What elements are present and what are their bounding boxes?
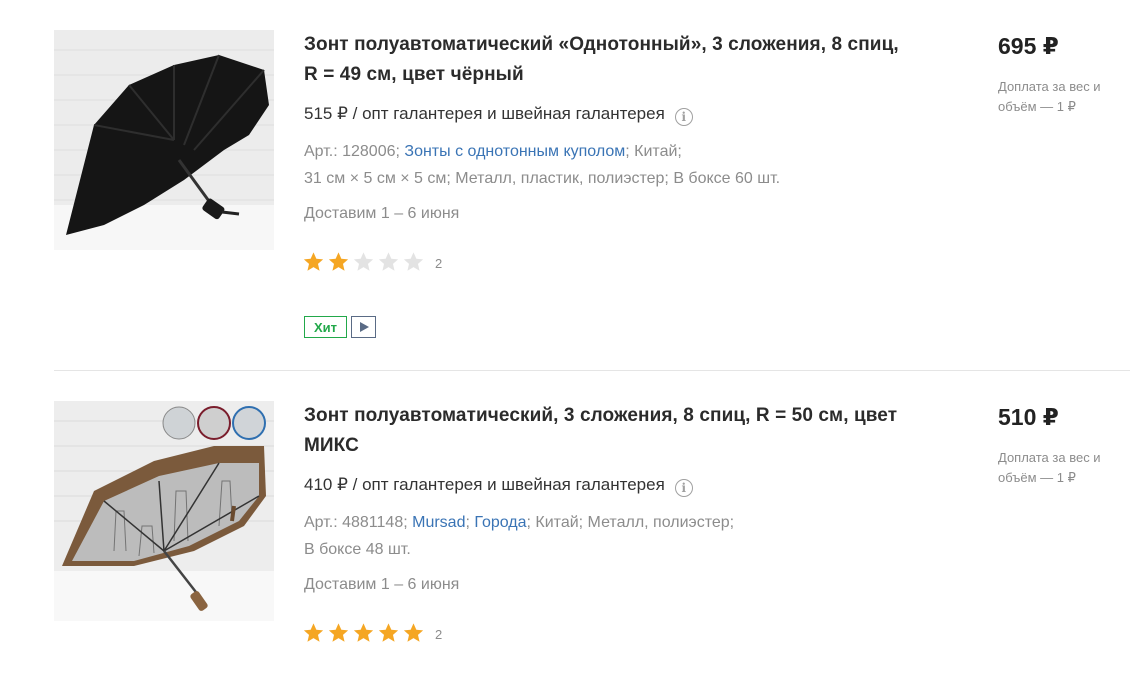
country: ; Китай; Металл, полиэстер; — [526, 514, 735, 531]
rating-count: 2 — [435, 626, 443, 642]
rating[interactable]: 2 — [302, 621, 442, 645]
collection-link[interactable]: Города — [474, 514, 526, 531]
product-image[interactable] — [54, 401, 274, 621]
video-button[interactable] — [351, 316, 376, 338]
delivery-info: Доставим 1 – 6 июня — [304, 576, 460, 593]
star-icon — [403, 252, 424, 271]
star-icon — [403, 623, 424, 642]
product-image[interactable] — [54, 30, 274, 250]
star-icon — [378, 623, 399, 642]
star-icon — [328, 252, 349, 271]
wholesale-text: 410 ₽ / опт галантерея и швейная галанте… — [304, 475, 665, 494]
category-link[interactable]: Зонты с однотонным куполом — [404, 143, 625, 160]
brown-umbrella-city-print-photo — [54, 401, 274, 621]
article-number: Арт.: 4881148; — [304, 514, 408, 531]
product-title[interactable]: Зонт полуавтоматический «Однотонный», 3 … — [304, 30, 904, 90]
specs: В боксе 48 шт. — [304, 541, 411, 558]
brand-link[interactable]: Mursad — [412, 514, 465, 531]
product-title[interactable]: Зонт полуавтоматический, 3 сложения, 8 с… — [304, 401, 904, 461]
specs: 31 см × 5 см × 5 см; Металл, пластик, по… — [304, 170, 781, 187]
star-icon — [353, 252, 374, 271]
star-icon — [303, 623, 324, 642]
black-umbrella-photo — [54, 30, 274, 250]
product-meta: Арт.: 128006; Зонты с однотонным куполом… — [304, 138, 884, 192]
info-icon[interactable]: i — [674, 108, 693, 126]
product-meta: Арт.: 4881148; Mursad; Города; Китай; Ме… — [304, 514, 735, 558]
country: ; Китай; — [625, 143, 682, 160]
rating[interactable]: 2 — [302, 250, 442, 274]
star-icon — [378, 252, 399, 271]
surcharge-note: Доплата за вес и объём — 1 ₽ — [998, 450, 1101, 485]
article-number: Арт.: 128006; — [304, 143, 400, 160]
star-icon — [328, 623, 349, 642]
product-card: Зонт полуавтоматический, 3 сложения, 8 с… — [0, 371, 1130, 676]
wholesale-price: 410 ₽ / опт галантерея и швейная галанте… — [304, 474, 693, 497]
play-icon — [359, 322, 369, 332]
rating-count: 2 — [435, 255, 443, 271]
hit-badge: Хит — [304, 316, 347, 338]
delivery-info: Доставим 1 – 6 июня — [304, 205, 460, 222]
price: 695 ₽ — [998, 33, 1059, 59]
surcharge-note: Доплата за вес и объём — 1 ₽ — [998, 79, 1101, 114]
wholesale-price: 515 ₽ / опт галантерея и швейная галанте… — [304, 103, 693, 126]
badges: Хит — [304, 316, 376, 338]
price: 510 ₽ — [998, 404, 1059, 430]
wholesale-text: 515 ₽ / опт галантерея и швейная галанте… — [304, 104, 665, 123]
info-icon[interactable]: i — [674, 479, 693, 497]
product-card: Зонт полуавтоматический «Однотонный», 3 … — [0, 0, 1130, 370]
star-icon — [353, 623, 374, 642]
star-icon — [303, 252, 324, 271]
